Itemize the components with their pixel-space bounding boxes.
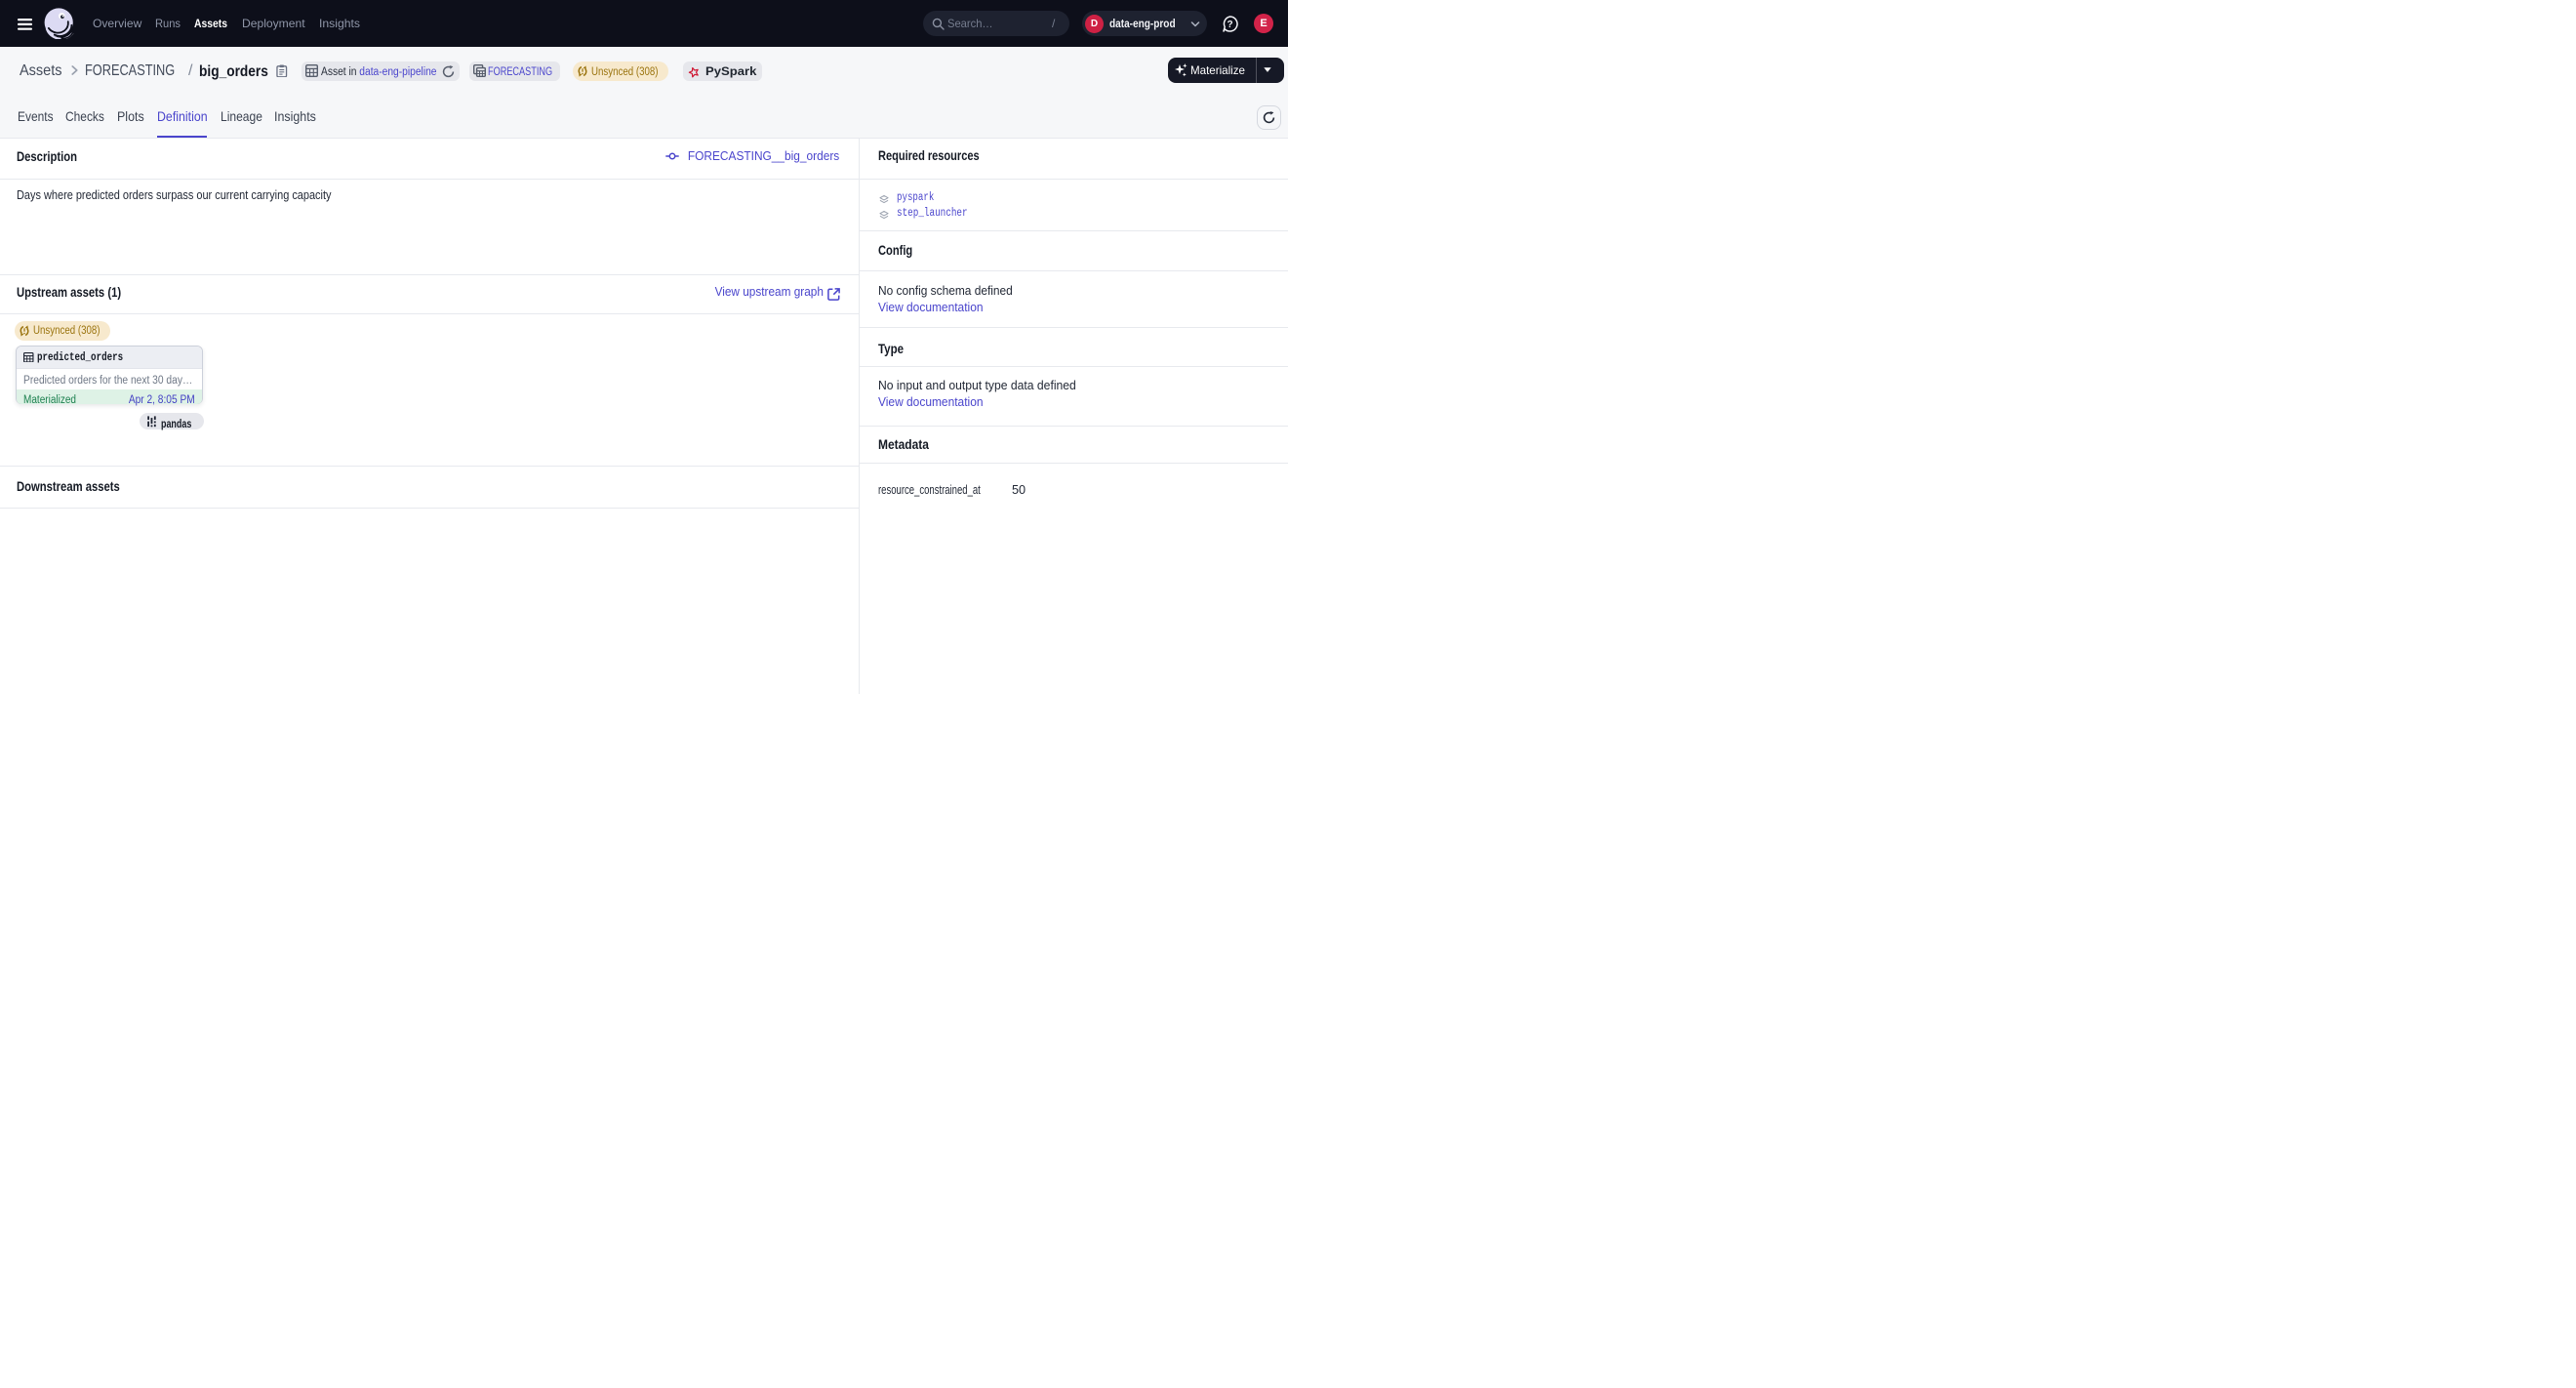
svg-text:?: ? xyxy=(1227,20,1232,30)
